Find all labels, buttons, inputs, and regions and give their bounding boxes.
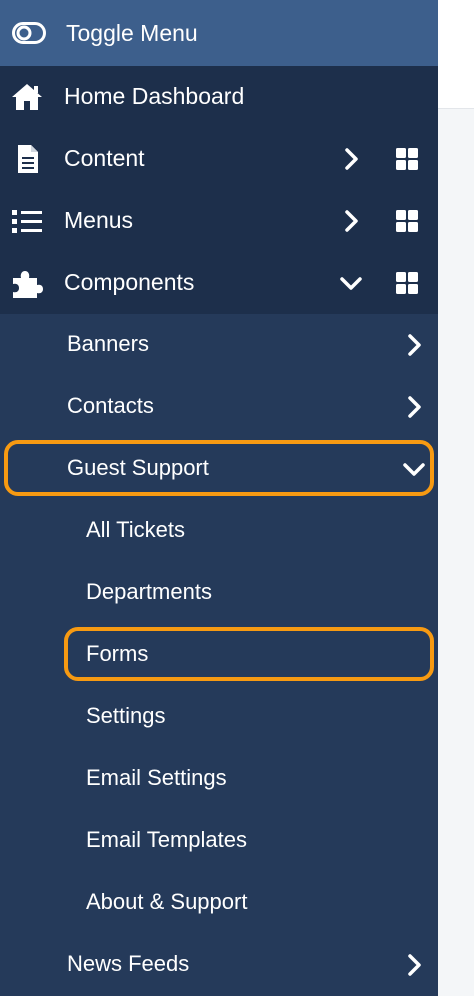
submenu-item-contacts[interactable]: Contacts	[0, 376, 438, 438]
submenu-item-guest-support[interactable]: Guest Support	[0, 438, 438, 500]
guest-support-item-email-settings[interactable]: Email Settings	[0, 748, 438, 810]
dashboard-grid-icon[interactable]	[395, 147, 419, 171]
guest-support-item-all-tickets[interactable]: All Tickets	[0, 500, 438, 562]
guest-support-item-settings[interactable]: Settings	[0, 686, 438, 748]
chevron-right-icon[interactable]	[402, 953, 426, 977]
sidebar: Toggle Menu Home Dashboard Content Menus…	[0, 0, 438, 996]
guest-support-item-email-templates[interactable]: Email Templates	[0, 810, 438, 872]
submenu-item-label: All Tickets	[86, 517, 186, 542]
submenu-item-label: Departments	[86, 579, 212, 604]
submenu-item-label: Email Templates	[86, 827, 247, 852]
sidebar-item-label: Content	[64, 145, 145, 171]
toggle-icon	[12, 22, 46, 44]
toggle-menu-label: Toggle Menu	[66, 20, 198, 46]
list-icon	[10, 205, 44, 237]
sidebar-item-content[interactable]: Content	[0, 128, 438, 190]
submenu-item-label: About & Support	[86, 889, 248, 914]
guest-support-item-about-support[interactable]: About & Support	[0, 872, 438, 934]
submenu-item-label: Settings	[86, 703, 166, 728]
submenu-item-label: Banners	[67, 331, 149, 356]
toggle-menu-button[interactable]: Toggle Menu	[0, 0, 438, 66]
sidebar-item-components[interactable]: Components	[0, 252, 438, 314]
submenu-item-label: Email Settings	[86, 765, 227, 790]
dashboard-grid-icon[interactable]	[395, 271, 419, 295]
chevron-right-icon[interactable]	[402, 333, 426, 357]
sidebar-item-home-dashboard[interactable]: Home Dashboard	[0, 66, 438, 128]
chevron-right-icon[interactable]	[402, 395, 426, 419]
guest-support-item-forms[interactable]: Forms	[0, 624, 438, 686]
puzzle-icon	[10, 267, 44, 299]
top-menu-group: Home Dashboard Content Menus Components	[0, 66, 438, 314]
submenu-item-label: Forms	[86, 641, 149, 666]
submenu-item-news-feeds[interactable]: News Feeds	[0, 934, 438, 996]
sidebar-item-menus[interactable]: Menus	[0, 190, 438, 252]
sidebar-item-label: Menus	[64, 207, 134, 233]
chevron-down-icon[interactable]	[402, 457, 426, 481]
file-icon	[10, 143, 44, 175]
submenu-item-label: Guest Support	[67, 455, 209, 480]
chevron-down-icon[interactable]	[339, 271, 363, 295]
dashboard-grid-icon[interactable]	[395, 209, 419, 233]
chevron-right-icon[interactable]	[339, 209, 363, 233]
sidebar-item-label: Components	[64, 269, 195, 295]
sidebar-item-label: Home Dashboard	[64, 83, 245, 109]
home-icon	[10, 81, 44, 113]
components-submenu: Banners Contacts Guest Support All Ticke…	[0, 314, 438, 996]
chevron-right-icon[interactable]	[339, 147, 363, 171]
submenu-item-label: Contacts	[67, 393, 154, 418]
submenu-item-label: News Feeds	[67, 951, 190, 976]
page: Toggle Menu Home Dashboard Content Menus…	[0, 0, 474, 996]
submenu-item-banners[interactable]: Banners	[0, 314, 438, 376]
page-content-area	[438, 0, 474, 109]
guest-support-item-departments[interactable]: Departments	[0, 562, 438, 624]
